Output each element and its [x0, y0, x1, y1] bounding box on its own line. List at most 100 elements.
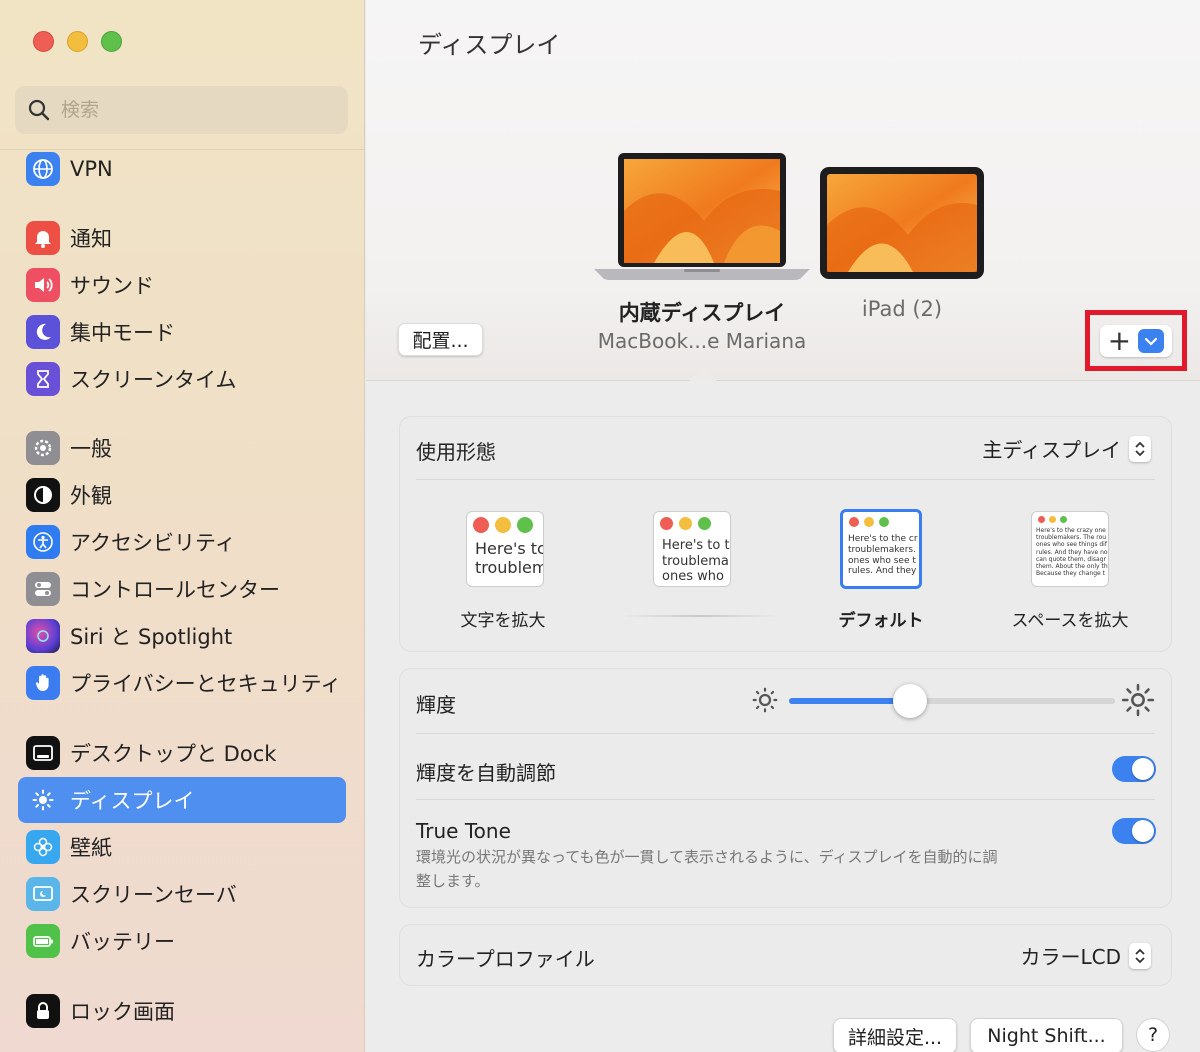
true-tone-toggle[interactable] — [1112, 818, 1156, 844]
sidebar-item-label: ロック画面 — [70, 1000, 175, 1024]
true-tone-label: True Tone — [416, 819, 511, 843]
sidebar-item-label: スクリーンセーバ — [70, 883, 237, 907]
minimize-button[interactable] — [67, 31, 88, 52]
sidebar-item-desktop-dock[interactable]: デスクトップと Dock — [18, 730, 346, 776]
highlight-box: + — [1085, 310, 1187, 371]
color-profile-value: カラーLCD — [1020, 945, 1121, 969]
arrange-button[interactable]: 配置... — [398, 323, 483, 356]
advanced-settings-button[interactable]: 詳細設定... — [833, 1018, 957, 1052]
sidebar-item-label: 通知 — [70, 227, 112, 251]
usage-value: 主ディスプレイ — [982, 438, 1121, 462]
sidebar-item-label: VPN — [70, 157, 113, 181]
window-controls — [33, 31, 122, 52]
globe-icon — [26, 152, 60, 186]
mode-intermediate-line — [622, 615, 780, 617]
sidebar-item-privacy-security[interactable]: プライバシーとセキュリティ — [18, 660, 346, 706]
sidebar-item-wallpaper[interactable]: 壁紙 — [18, 824, 346, 870]
add-display-button[interactable]: + — [1100, 325, 1172, 357]
hand-icon — [26, 666, 60, 700]
sidebar-item-label: 外観 — [70, 484, 112, 508]
mode-more-space-label: スペースを拡大 — [1011, 611, 1129, 631]
accessibility-icon — [26, 525, 60, 559]
sidebar-item-label: 壁紙 — [70, 836, 112, 860]
mode-default-preview[interactable]: Here's to the cr troublemakers. ones who… — [840, 509, 922, 589]
sidebar-item-label: ディスプレイ — [70, 789, 195, 813]
dock-icon — [26, 736, 60, 770]
sidebar-item-vpn[interactable]: VPN — [18, 146, 346, 192]
usage-label: 使用形態 — [416, 440, 496, 464]
search-input[interactable] — [61, 99, 331, 121]
secondary-display-name: iPad (2) — [861, 297, 943, 321]
sidebar-item-battery[interactable]: バッテリー — [18, 918, 346, 964]
sidebar-item-label: 集中モード — [70, 321, 175, 345]
sidebar-item-notifications[interactable]: 通知 — [18, 215, 346, 261]
brightness-slider-fill — [789, 698, 910, 704]
sidebar-item-label: サウンド — [70, 274, 154, 298]
brightness-low-icon — [752, 687, 778, 713]
lock-icon — [26, 994, 60, 1028]
sidebar-item-control-center[interactable]: コントロールセンター — [18, 566, 346, 612]
color-profile-popup[interactable]: カラーLCD — [1020, 941, 1151, 970]
sidebar-item-label: アクセシビリティ — [70, 531, 236, 555]
sidebar-item-screen-time[interactable]: スクリーンタイム — [18, 356, 346, 402]
sidebar-item-appearance[interactable]: 外観 — [18, 472, 346, 518]
color-profile-panel: カラープロファイル カラーLCD — [399, 924, 1172, 986]
sidebar-item-lock-screen[interactable]: ロック画面 — [18, 988, 346, 1034]
brightness-high-icon — [1121, 683, 1155, 717]
brightness-slider-knob[interactable] — [892, 684, 927, 718]
main-content: ディスプレイ 内蔵ディスプレイ MacBook...e Mariana iPad… — [366, 0, 1200, 1052]
auto-brightness-toggle[interactable] — [1112, 756, 1156, 782]
help-button[interactable]: ? — [1136, 1018, 1170, 1052]
mode-intermediate-preview[interactable]: Here's to t troublema ones who — [653, 511, 731, 587]
primary-display-model: MacBook...e Mariana — [597, 329, 807, 353]
ipad-display-icon[interactable] — [818, 165, 986, 281]
mode-larger-text-preview[interactable]: Here's tc troublem — [466, 511, 544, 587]
page-title: ディスプレイ — [418, 31, 561, 59]
chevron-down-icon[interactable] — [1138, 329, 1165, 353]
true-tone-description-line-1: 環境光の状況が異なっても色が一貫して表示されるように、ディスプレイを自動的に調 — [416, 848, 998, 866]
screensaver-icon — [26, 877, 60, 911]
usage-panel: 使用形態 主ディスプレイ Here's tc troublem 文字を拡大 He… — [399, 416, 1172, 652]
sidebar-item-screensaver[interactable]: スクリーンセーバ — [18, 871, 346, 917]
bell-icon — [26, 221, 60, 255]
display-arrangement-area: ディスプレイ 内蔵ディスプレイ MacBook...e Mariana iPad… — [366, 0, 1200, 382]
sidebar-item-label: コントロールセンター — [70, 578, 280, 602]
usage-popup[interactable]: 主ディスプレイ — [982, 434, 1151, 463]
sidebar-item-general[interactable]: 一般 — [18, 425, 346, 471]
night-shift-button[interactable]: Night Shift... — [970, 1018, 1123, 1052]
control-center-icon — [26, 572, 60, 606]
moon-icon — [26, 315, 60, 349]
sidebar-item-siri-spotlight[interactable]: Siri と Spotlight — [18, 613, 346, 659]
brightness-label: 輝度 — [416, 693, 456, 717]
flower-icon — [26, 830, 60, 864]
sidebar-item-label: プライバシーとセキュリティ — [70, 672, 342, 696]
true-tone-description-line-2: 整します。 — [416, 872, 490, 890]
search-field[interactable] — [15, 86, 348, 134]
search-icon — [28, 99, 50, 121]
brightness-slider[interactable] — [789, 698, 1115, 704]
battery-icon — [26, 924, 60, 958]
up-down-chevron-icon — [1129, 435, 1151, 462]
appearance-icon — [26, 478, 60, 512]
macbook-display-icon[interactable] — [594, 151, 810, 282]
siri-icon — [26, 619, 60, 653]
sidebar-item-displays[interactable]: ディスプレイ — [18, 777, 346, 823]
color-profile-label: カラープロファイル — [416, 947, 595, 971]
mode-more-space-preview[interactable]: Here's to the crazy one troublemakers. T… — [1031, 511, 1109, 587]
add-plus-label: + — [1107, 324, 1132, 357]
sun-icon — [26, 783, 60, 817]
sidebar-item-label: デスクトップと Dock — [70, 742, 277, 766]
zoom-button[interactable] — [101, 31, 122, 52]
close-button[interactable] — [33, 31, 54, 52]
sidebar: VPN 通知 サウンド 集中モード スクリーンタイム 一般 外観 — [0, 0, 365, 1052]
sidebar-item-label: 一般 — [70, 437, 112, 461]
sidebar-item-label: バッテリー — [70, 930, 175, 954]
mode-default-label: デフォルト — [838, 611, 924, 631]
brightness-divider — [416, 733, 1155, 734]
sidebar-item-focus[interactable]: 集中モード — [18, 309, 346, 355]
sidebar-item-accessibility[interactable]: アクセシビリティ — [18, 519, 346, 565]
auto-brightness-divider — [416, 799, 1155, 800]
sidebar-item-sound[interactable]: サウンド — [18, 262, 346, 308]
selected-display-pointer — [688, 367, 718, 382]
primary-display-name: 内蔵ディスプレイ — [618, 301, 786, 325]
